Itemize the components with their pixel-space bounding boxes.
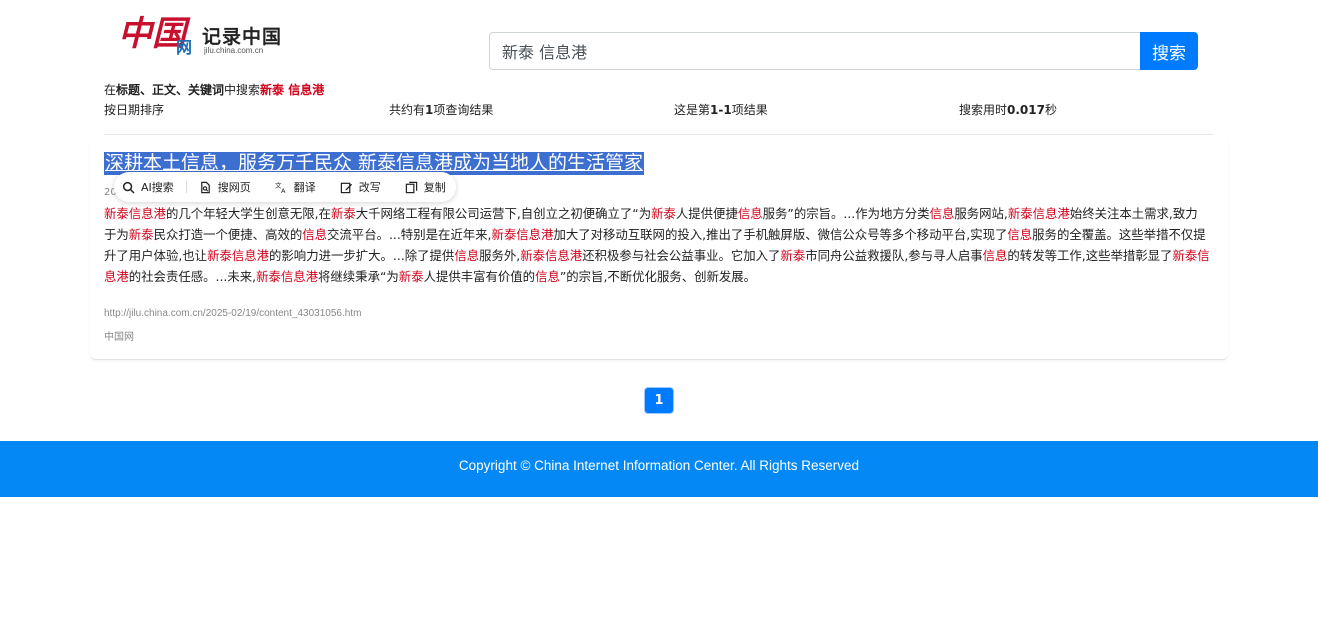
snippet-text: 的社会责任感。...未来, xyxy=(128,269,257,284)
snippet-text: 加大了对移动互联网的投入,推出了手机触屏版、微信公众号等多个移动平台,实现了 xyxy=(553,227,1008,242)
time-prefix: 搜索用时 xyxy=(959,103,1008,117)
scope-mid: 中搜索 xyxy=(224,83,261,97)
snippet-keyword-highlight: 新泰信息港 xyxy=(520,248,583,263)
search-web-label: 搜网页 xyxy=(217,181,251,194)
snippet-keyword-highlight: 新泰 xyxy=(330,206,356,221)
scope-prefix: 在 xyxy=(104,83,117,97)
page-range-value: 1-1 xyxy=(710,103,732,117)
snippet-text: 民众打造一个便捷、高效的 xyxy=(153,227,303,242)
search-time: 搜索用时0.017秒 xyxy=(959,101,1057,118)
site-logo[interactable]: 中国 网 记录中国 jilu.china.com.cn xyxy=(118,12,288,60)
edit-icon xyxy=(340,182,352,193)
snippet-keyword-highlight: 信息 xyxy=(302,227,328,242)
snippet-text: 人提供便捷 xyxy=(675,206,738,221)
result-snippet: 新泰信息港的几个年轻大学生创意无限,在新泰大千网络工程有限公司运营下,自创立之初… xyxy=(104,203,1210,287)
svg-text:A: A xyxy=(281,187,286,194)
translate-button[interactable]: 文A 翻译 xyxy=(275,179,316,195)
header: 中国 网 记录中国 jilu.china.com.cn 搜索 xyxy=(0,0,1318,80)
snippet-text: 的转发等工作,这些举措彰显了 xyxy=(1007,248,1173,263)
search-web-button[interactable]: 搜网页 xyxy=(199,179,251,195)
snippet-keyword-highlight: 信息 xyxy=(929,206,955,221)
rewrite-label: 改写 xyxy=(358,181,381,194)
snippet-text: 服务”的宗旨。...作为地方分类 xyxy=(762,206,930,221)
snippet-text: 交流平台。...特别是在近年来, xyxy=(327,227,492,242)
total-results: 共约有1项查询结果 xyxy=(389,101,493,118)
scope-keyword: 新泰 信息港 xyxy=(260,83,325,97)
snippet-keyword-highlight: 信息 xyxy=(737,206,763,221)
copy-icon xyxy=(405,181,417,193)
logo-url-text: jilu.china.com.cn xyxy=(204,46,264,55)
document-search-icon xyxy=(200,181,210,193)
logo-net-text: 网 xyxy=(176,38,193,57)
snippet-keyword-highlight: 新泰信息港 xyxy=(207,248,270,263)
time-suffix: 秒 xyxy=(1044,103,1057,117)
snippet-keyword-highlight: 信息 xyxy=(982,248,1008,263)
page-prefix: 这是第 xyxy=(674,103,711,117)
result-stats-bar: 按日期排序 共约有1项查询结果 这是第1-1项结果 搜索用时0.017秒 xyxy=(104,101,1214,117)
search-scope-line: 在标题、正文、关键词中搜索新泰 信息港 xyxy=(104,81,324,98)
snippet-keyword-highlight: 新泰 xyxy=(780,248,806,263)
time-value: 0.017 xyxy=(1007,103,1045,117)
snippet-keyword-highlight: 信息 xyxy=(1007,227,1033,242)
search-icon xyxy=(122,181,135,193)
ai-search-label: AI搜索 xyxy=(141,181,174,194)
snippet-text: 服务网站, xyxy=(954,206,1008,221)
snippet-keyword-highlight: 新泰 xyxy=(398,269,424,284)
selection-toolbar: AI搜索 搜网页 文A 翻译 改写 复制 xyxy=(114,172,456,202)
rewrite-button[interactable]: 改写 xyxy=(340,179,381,195)
sort-by-date-link[interactable]: 按日期排序 xyxy=(104,101,164,118)
total-prefix: 共约有 xyxy=(389,103,426,117)
page-range: 这是第1-1项结果 xyxy=(674,101,768,118)
snippet-text: 还积极参与社会公益事业。它加入了 xyxy=(582,248,781,263)
snippet-keyword-highlight: 新泰信息港 xyxy=(104,206,166,221)
snippet-text: 将继续秉承“为 xyxy=(318,269,399,284)
copyright-text: Copyright © China Internet Information C… xyxy=(458,458,860,473)
search-input[interactable] xyxy=(489,32,1141,70)
translate-icon: 文A xyxy=(275,181,286,194)
ai-search-button[interactable]: AI搜索 xyxy=(122,179,174,195)
snippet-text: 的影响力进一步扩大。...除了提供 xyxy=(269,248,455,263)
footer: Copyright © China Internet Information C… xyxy=(0,441,1318,497)
result-url-link[interactable]: http://jilu.china.com.cn/2025-02/19/cont… xyxy=(104,308,361,319)
copy-button[interactable]: 复制 xyxy=(405,179,446,195)
copy-label: 复制 xyxy=(423,181,446,194)
logo-jilu-text: 记录中国 xyxy=(202,26,283,48)
scope-fields: 标题、正文、关键词 xyxy=(116,83,225,97)
total-suffix: 项查询结果 xyxy=(433,103,494,117)
pagination-page-1[interactable]: 1 xyxy=(644,387,674,414)
snippet-keyword-highlight: 新泰信息港 xyxy=(256,269,319,284)
snippet-text: 的几个年轻大学生创意无限,在 xyxy=(165,206,331,221)
snippet-keyword-highlight: 新泰信息港 xyxy=(491,227,554,242)
snippet-text: ”的宗旨,不断优化服务、创新发展。 xyxy=(559,269,757,284)
snippet-keyword-highlight: 信息 xyxy=(535,269,560,284)
snippet-keyword-highlight: 新泰 xyxy=(651,206,676,221)
toolbar-separator xyxy=(185,181,187,193)
result-card: 深耕本土信息，服务万千民众 新泰信息港成为当地人的生活管家 20 AI搜索 搜网… xyxy=(90,140,1228,360)
snippet-text: 大千网络工程有限公司运营下,自创立之初便确立了“为 xyxy=(355,206,652,221)
snippet-text: 市同舟公益救援队,参与寻人启事 xyxy=(805,248,983,263)
divider xyxy=(104,134,1214,135)
snippet-keyword-highlight: 新泰 xyxy=(128,227,154,242)
page-suffix: 项结果 xyxy=(731,103,768,117)
snippet-text: 服务外, xyxy=(479,248,521,263)
translate-label: 翻译 xyxy=(293,181,316,194)
snippet-text: 人提供丰富有价值的 xyxy=(423,269,536,284)
snippet-keyword-highlight: 新泰信息港 xyxy=(1007,206,1070,221)
snippet-keyword-highlight: 信息 xyxy=(454,248,480,263)
search-button[interactable]: 搜索 xyxy=(1140,32,1198,70)
result-source: 中国网 xyxy=(104,332,134,343)
